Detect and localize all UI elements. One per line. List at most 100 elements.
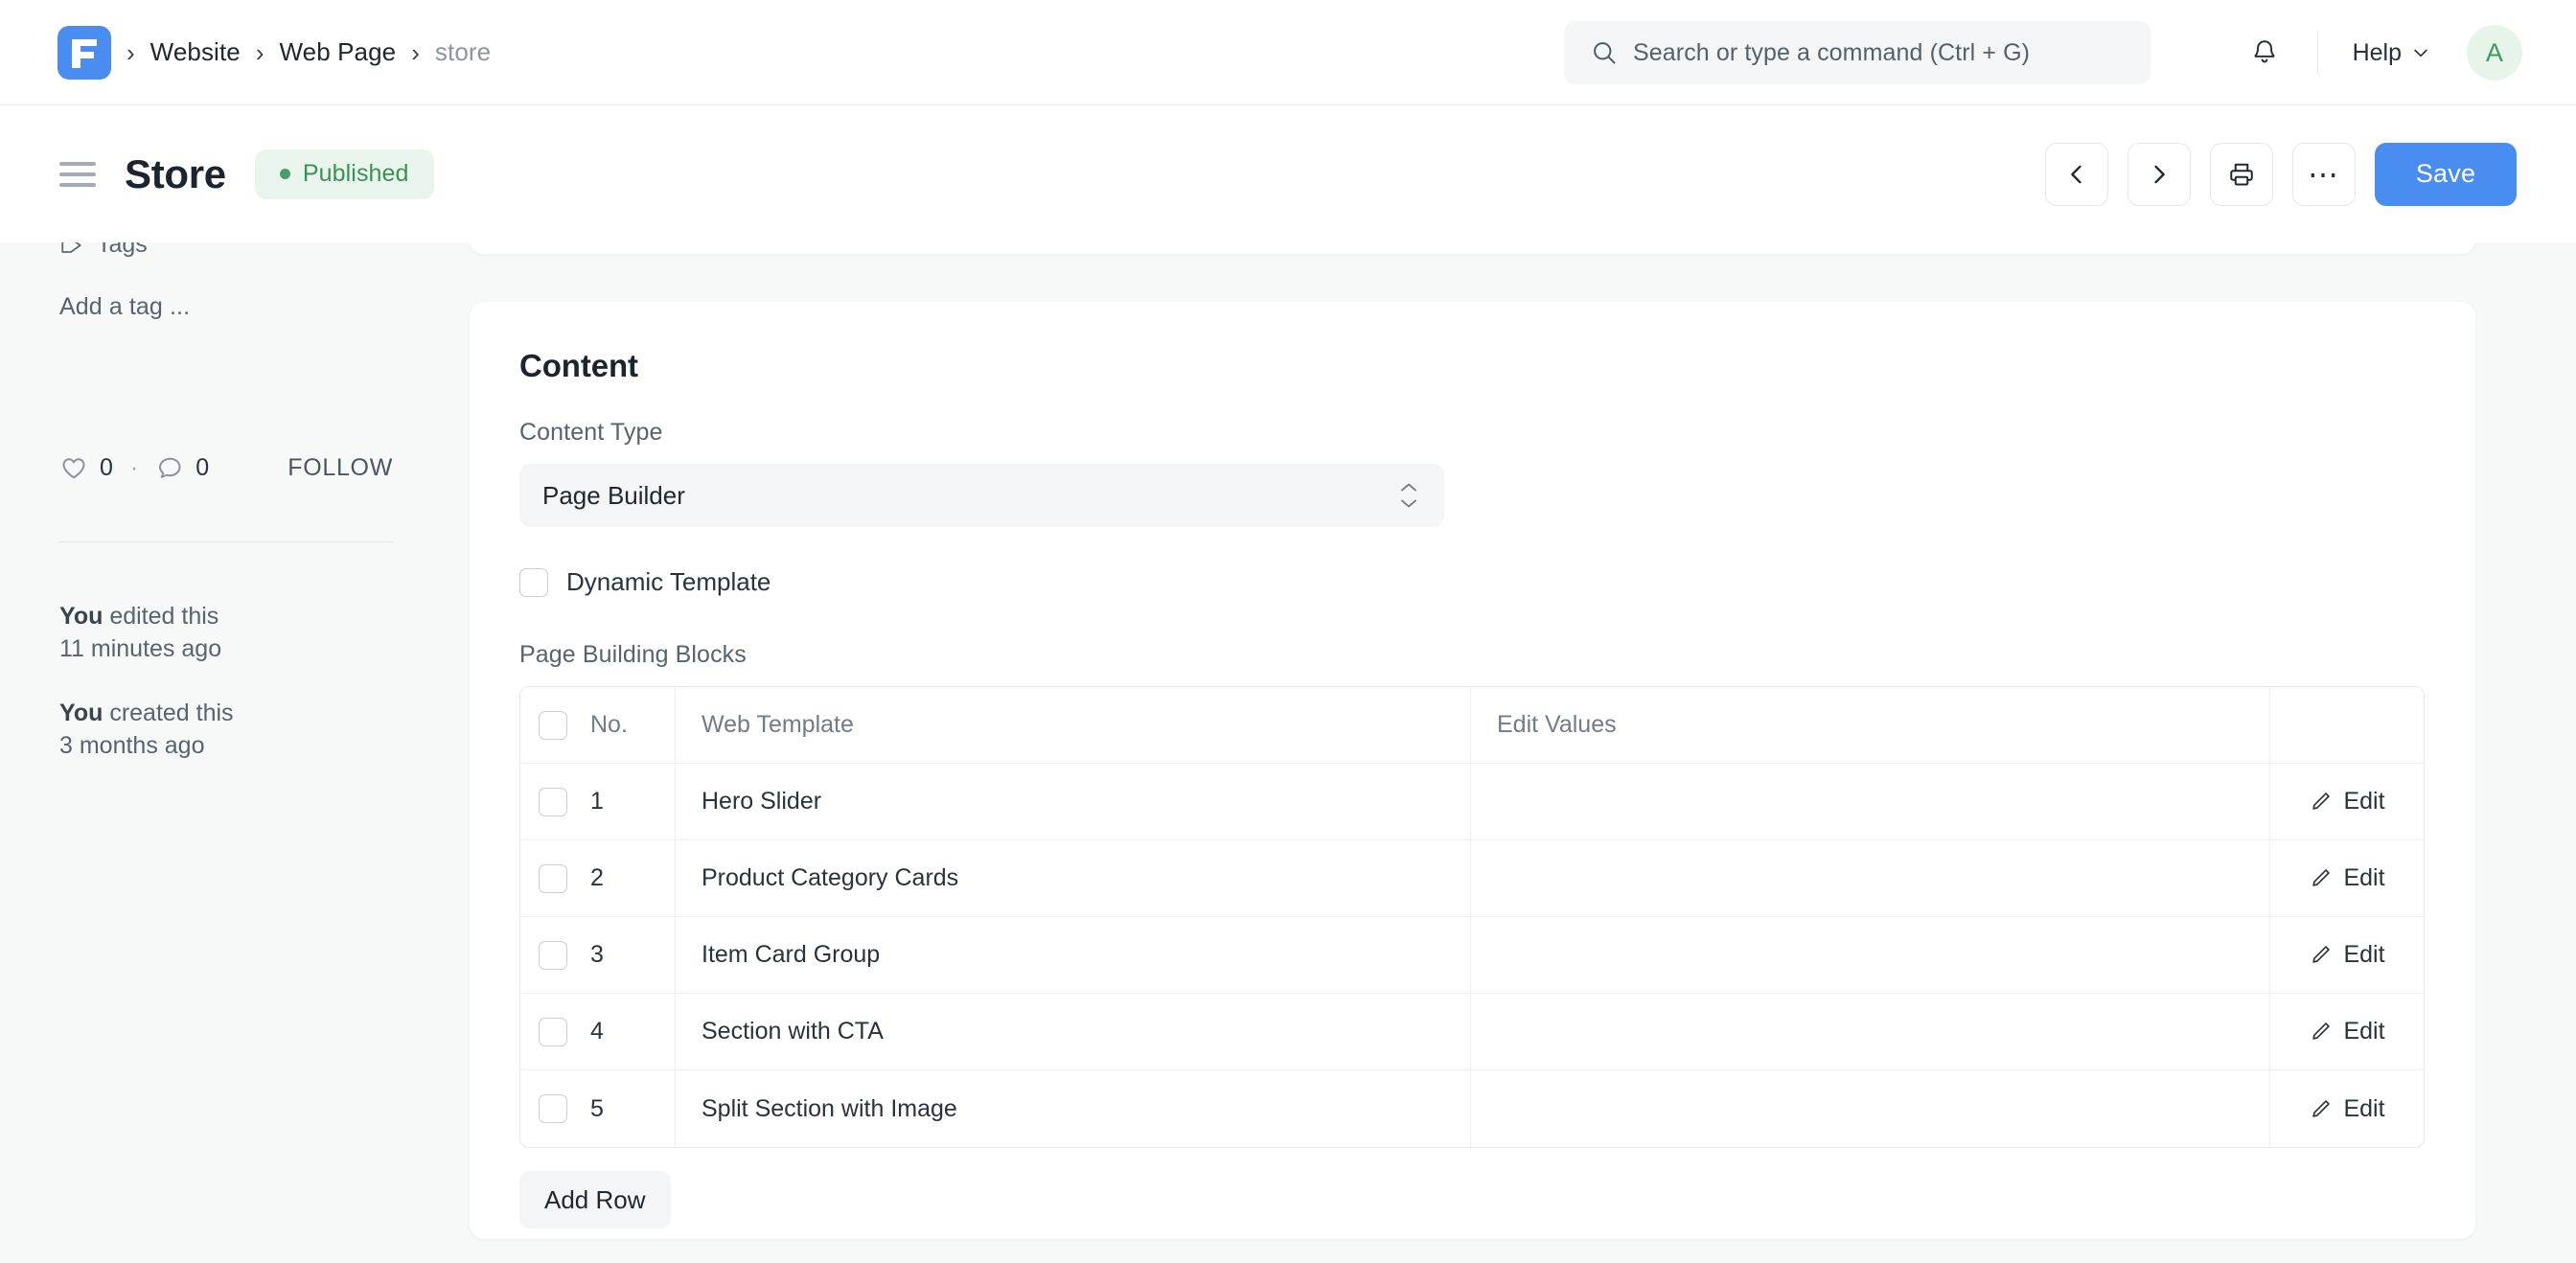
content-type-value[interactable]: Page Builder (519, 464, 1444, 527)
page-title: Store (125, 151, 226, 197)
dynamic-template-checkbox[interactable] (519, 568, 548, 597)
row-checkbox[interactable] (539, 941, 567, 970)
table-row[interactable]: 4 Section with CTA Edit (520, 994, 2424, 1070)
chevron-right-icon (2146, 161, 2173, 188)
row-checkbox[interactable] (539, 1018, 567, 1046)
breadcrumb-item-web-page[interactable]: Web Page (280, 37, 397, 67)
activity-created: You created this 3 months ago (59, 697, 234, 763)
content-type-select[interactable]: Page Builder (519, 464, 1444, 527)
printer-icon (2227, 160, 2256, 189)
row-select-cell[interactable] (520, 764, 585, 839)
row-edit-values[interactable] (1471, 840, 2270, 916)
row-no: 5 (585, 1070, 676, 1147)
table-row[interactable]: 1 Hero Slider Edit (520, 764, 2424, 840)
table-row[interactable]: 5 Split Section with Image Edit (520, 1070, 2424, 1147)
row-edit-button[interactable]: Edit (2270, 764, 2424, 839)
row-web-template[interactable]: Section with CTA (676, 994, 1471, 1069)
dynamic-template-row[interactable]: Dynamic Template (519, 567, 2426, 597)
save-button[interactable]: Save (2375, 143, 2517, 206)
row-edit-label: Edit (2343, 1018, 2384, 1045)
row-edit-values[interactable] (1471, 917, 2270, 993)
row-select-cell[interactable] (520, 1070, 585, 1147)
sidebar-divider (59, 541, 393, 542)
search-input[interactable]: Search or type a command (Ctrl + G) (1564, 21, 2150, 84)
print-button[interactable] (2210, 143, 2273, 206)
add-tag-input[interactable]: Add a tag ... (59, 293, 190, 321)
row-edit-values[interactable] (1471, 994, 2270, 1069)
select-all-checkbox[interactable] (539, 711, 567, 740)
search-placeholder: Search or type a command (Ctrl + G) (1633, 39, 2030, 67)
search-icon (1591, 39, 1618, 66)
tags-label: Tags (97, 242, 148, 259)
add-row-button[interactable]: Add Row (519, 1171, 671, 1229)
sidebar-dot-separator: · (130, 454, 138, 482)
chevron-left-icon (2063, 161, 2090, 188)
dynamic-template-label: Dynamic Template (566, 567, 770, 597)
navbar-actions: Help A (2237, 0, 2522, 105)
row-web-template[interactable]: Split Section with Image (676, 1070, 1471, 1147)
status-dot-icon (280, 169, 290, 179)
row-select-cell[interactable] (520, 994, 585, 1069)
activity-edited-action: edited this (103, 603, 218, 630)
avatar-initial: A (2486, 38, 2503, 68)
row-checkbox[interactable] (539, 864, 567, 893)
row-no: 4 (585, 994, 676, 1069)
breadcrumb-item-website[interactable]: Website (150, 37, 241, 67)
chevron-down-icon (2411, 43, 2430, 62)
page-building-blocks-label: Page Building Blocks (519, 641, 2426, 669)
row-web-template[interactable]: Product Category Cards (676, 840, 1471, 916)
comment-icon[interactable] (155, 453, 184, 482)
row-edit-button[interactable]: Edit (2270, 840, 2424, 916)
column-header-web-template: Web Template (676, 687, 1471, 763)
next-document-button[interactable] (2128, 143, 2191, 206)
like-count: 0 (100, 454, 113, 482)
global-search[interactable]: Search or type a command (Ctrl + G) (1564, 21, 2150, 84)
previous-document-button[interactable] (2045, 143, 2108, 206)
tags-section-heading[interactable]: Tags (59, 242, 148, 259)
more-options-button[interactable]: ⋯ (2292, 143, 2356, 206)
row-edit-values[interactable] (1471, 764, 2270, 839)
heart-icon[interactable] (59, 453, 88, 482)
hamburger-menu-icon[interactable] (59, 162, 96, 187)
previous-section-card (470, 242, 2475, 254)
row-checkbox[interactable] (539, 1094, 567, 1123)
like-and-comment-group: 0 · 0 (59, 453, 209, 482)
row-edit-button[interactable]: Edit (2270, 917, 2424, 993)
row-edit-values[interactable] (1471, 1070, 2270, 1147)
row-no: 1 (585, 764, 676, 839)
activity-created-action: created this (103, 700, 233, 726)
column-header-no: No. (585, 687, 676, 763)
row-select-cell[interactable] (520, 840, 585, 916)
page-building-blocks-table: No. Web Template Edit Values 1 Hero Slid… (519, 686, 2425, 1148)
help-menu[interactable]: Help (2343, 39, 2440, 67)
row-edit-button[interactable]: Edit (2270, 994, 2424, 1069)
breadcrumb-item-store[interactable]: store (435, 37, 491, 67)
activity-edited-time: 11 minutes ago (59, 635, 221, 662)
row-no: 2 (585, 840, 676, 916)
row-web-template[interactable]: Item Card Group (676, 917, 1471, 993)
page-body: Tags Add a tag ... 0 · 0 FOLLOW You edit… (0, 242, 2576, 1263)
notifications-button[interactable] (2237, 25, 2292, 80)
frappe-logo-icon[interactable] (58, 26, 111, 80)
page-heading-group: Store Published (0, 149, 434, 199)
row-edit-label: Edit (2343, 941, 2384, 969)
row-checkbox[interactable] (539, 788, 567, 816)
table-row[interactable]: 3 Item Card Group Edit (520, 917, 2424, 994)
table-row[interactable]: 2 Product Category Cards Edit (520, 840, 2424, 917)
select-all-cell[interactable] (520, 687, 585, 763)
content-section-card: Content Content Type Page Builder Dynami… (470, 302, 2475, 1239)
breadcrumb-separator: › (126, 40, 135, 65)
column-header-actions (2270, 687, 2424, 763)
pencil-icon (2309, 790, 2333, 814)
navbar-divider (2317, 32, 2318, 74)
bell-icon (2249, 37, 2280, 68)
row-select-cell[interactable] (520, 917, 585, 993)
follow-button[interactable]: FOLLOW (288, 454, 393, 482)
table-header-row: No. Web Template Edit Values (520, 687, 2424, 764)
page-actions: ⋯ Save (2045, 105, 2517, 242)
pencil-icon (2309, 866, 2333, 890)
row-edit-button[interactable]: Edit (2270, 1070, 2424, 1147)
row-web-template[interactable]: Hero Slider (676, 764, 1471, 839)
avatar[interactable]: A (2467, 25, 2522, 80)
column-header-edit-values: Edit Values (1471, 687, 2270, 763)
